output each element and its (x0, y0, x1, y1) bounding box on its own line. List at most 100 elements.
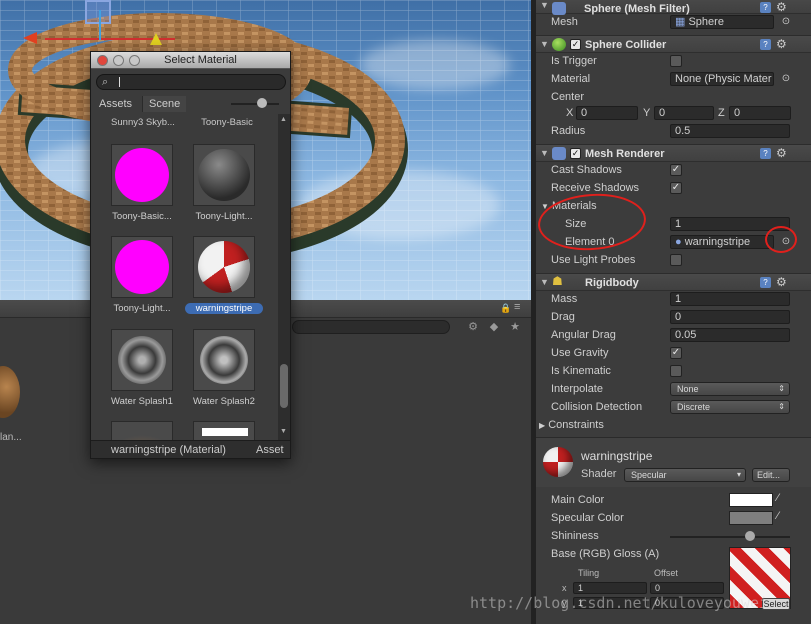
mesh-icon: ▦ (675, 16, 686, 28)
collapse-icon[interactable]: ▼ (540, 0, 549, 10)
menu-icon[interactable]: ≡ (514, 301, 520, 313)
zoom-slider-knob[interactable] (257, 98, 267, 108)
main-color-swatch[interactable] (729, 493, 773, 507)
specular-color-label: Specular Color (551, 512, 624, 524)
grid-item-label: Toony-Basic... (112, 211, 172, 222)
use-gravity-checkbox[interactable]: ✓ (670, 347, 682, 359)
radius-field[interactable]: 0.5 (670, 124, 790, 138)
drag-field[interactable]: 0 (670, 310, 790, 324)
edit-shader-button[interactable]: Edit... (752, 468, 790, 482)
receive-shadows-checkbox[interactable]: ✓ (670, 182, 682, 194)
tab-assets[interactable]: Assets (93, 96, 139, 112)
sphere-collider-title: Sphere Collider (585, 39, 667, 51)
dialog-scrollbar[interactable]: ▲ ▼ (278, 114, 290, 440)
angular-drag-label: Angular Drag (551, 329, 616, 341)
tab-scene[interactable]: Scene (142, 96, 187, 112)
object-picker-icon[interactable]: ⊙ (780, 73, 792, 85)
center-label: Center (551, 91, 585, 103)
asset-thumbnail[interactable] (0, 366, 20, 418)
grid-item[interactable] (175, 421, 255, 440)
filter-type-icon[interactable]: ⚙ (466, 320, 480, 334)
scroll-up-icon[interactable]: ▲ (280, 116, 287, 123)
grid-item[interactable]: Water Splash2 (175, 329, 255, 421)
element0-field[interactable]: ● warningstripe (670, 235, 774, 249)
gear-icon[interactable]: ⚙ (776, 0, 787, 14)
collision-detection-label: Collision Detection (551, 401, 643, 413)
zoom-slider[interactable] (231, 103, 279, 105)
watermark: http://blog.csdn.net/kuloveyouwei (470, 594, 769, 612)
center-y-field[interactable]: 0 (654, 106, 714, 120)
light-probes-checkbox[interactable] (670, 254, 682, 266)
tiling-x-field[interactable]: 1 (573, 582, 647, 594)
collapse-icon[interactable]: ▼ (540, 148, 549, 158)
help-icon[interactable]: ? (760, 277, 771, 288)
grid-item[interactable]: Toony-Basic... (93, 144, 173, 236)
mesh-field[interactable]: ▦ Sphere (670, 15, 774, 29)
main-color-label: Main Color (551, 494, 605, 506)
interpolate-value: None (677, 384, 699, 394)
shininess-knob[interactable] (745, 531, 755, 541)
select-material-dialog: Select Material ⌕ Assets Scene Sunny3 Sk… (90, 51, 291, 459)
specular-color-swatch[interactable] (729, 511, 773, 525)
offset-x-field[interactable]: 0 (650, 582, 724, 594)
asset-label: lan... (0, 432, 22, 443)
shininess-slider[interactable] (670, 536, 790, 538)
grid-item[interactable]: Toony-Light... (93, 236, 173, 328)
object-picker-icon[interactable]: ⊙ (780, 16, 792, 28)
dropdown-arrow-icon: ⇕ (778, 384, 785, 393)
help-icon[interactable]: ? (760, 2, 771, 13)
eyedropper-icon[interactable]: ⁄ (777, 492, 779, 504)
grid-item-label: Toony-Basic (201, 117, 253, 128)
dialog-title-bar[interactable]: Select Material (91, 52, 290, 69)
material-search-input[interactable]: ⌕ (96, 74, 286, 90)
mesh-renderer-enabled-checkbox[interactable]: ✓ (570, 148, 581, 159)
help-icon[interactable]: ? (760, 39, 771, 50)
help-icon[interactable]: ? (760, 148, 771, 159)
collider-material-field[interactable]: None (Physic Mater (670, 72, 774, 86)
is-kinematic-checkbox[interactable] (670, 365, 682, 377)
dialog-title: Select Material (164, 54, 237, 66)
grid-item[interactable]: Water Splash1 (93, 329, 173, 421)
center-y-label: Y (643, 107, 651, 119)
eyedropper-icon[interactable]: ⁄ (777, 510, 779, 522)
collapse-icon[interactable]: ▼ (540, 39, 549, 49)
grid-item-label: Water Splash1 (111, 396, 173, 407)
gear-icon[interactable]: ⚙ (776, 146, 787, 160)
sphere-collider-enabled-checkbox[interactable]: ✓ (570, 39, 581, 50)
grid-item-selected[interactable]: warningstripe (175, 236, 263, 328)
mass-field[interactable]: 1 (670, 292, 790, 306)
project-search-input[interactable] (292, 320, 450, 334)
lock-icon[interactable]: 🔒 (500, 303, 511, 314)
center-z-field[interactable]: 0 (729, 106, 791, 120)
grid-item[interactable]: Toony-Light... (175, 144, 255, 236)
constraints-foldout[interactable]: ▶ Constraints (539, 417, 604, 433)
center-x-field[interactable]: 0 (576, 106, 638, 120)
collision-detection-dropdown[interactable]: Discrete ⇕ (670, 400, 790, 414)
is-trigger-checkbox[interactable] (670, 55, 682, 67)
mesh-filter-header[interactable]: ▼ Sphere (Mesh Filter) ? ⚙ (536, 0, 811, 15)
tiling-label: Tiling (578, 568, 600, 578)
collapse-icon[interactable]: ▼ (540, 277, 549, 287)
foldout-arrow-icon: ▶ (539, 421, 546, 430)
filter-label-icon[interactable]: ◆ (487, 320, 501, 334)
scroll-down-icon[interactable]: ▼ (280, 428, 287, 435)
mesh-renderer-header[interactable]: ▼ ✓ Mesh Renderer ? ⚙ (536, 144, 811, 162)
selected-material-info: warningstripe (Material) (111, 444, 226, 456)
material-thumbnail (111, 421, 173, 440)
drag-label: Drag (551, 311, 575, 323)
cast-shadows-checkbox[interactable]: ✓ (670, 164, 682, 176)
gear-icon[interactable]: ⚙ (776, 275, 787, 289)
sphere-collider-header[interactable]: ▼ ✓ Sphere Collider ? ⚙ (536, 35, 811, 53)
text-caret (119, 77, 120, 87)
shader-dropdown[interactable]: Specular ▾ (624, 468, 746, 482)
material-grid: Sunny3 Skyb... Toony-Basic Toony-Basic..… (91, 114, 278, 440)
interpolate-dropdown[interactable]: None ⇕ (670, 382, 790, 396)
grid-item[interactable] (93, 421, 173, 440)
gear-icon[interactable]: ⚙ (776, 37, 787, 51)
angular-drag-field[interactable]: 0.05 (670, 328, 790, 342)
favorite-icon[interactable]: ★ (508, 320, 522, 334)
scrollbar-thumb[interactable] (280, 364, 288, 408)
material-name: warningstripe (581, 449, 653, 463)
grid-item-label: Water Splash2 (193, 396, 255, 407)
rigidbody-header[interactable]: ▼ ☗ Rigidbody ? ⚙ (536, 273, 811, 291)
